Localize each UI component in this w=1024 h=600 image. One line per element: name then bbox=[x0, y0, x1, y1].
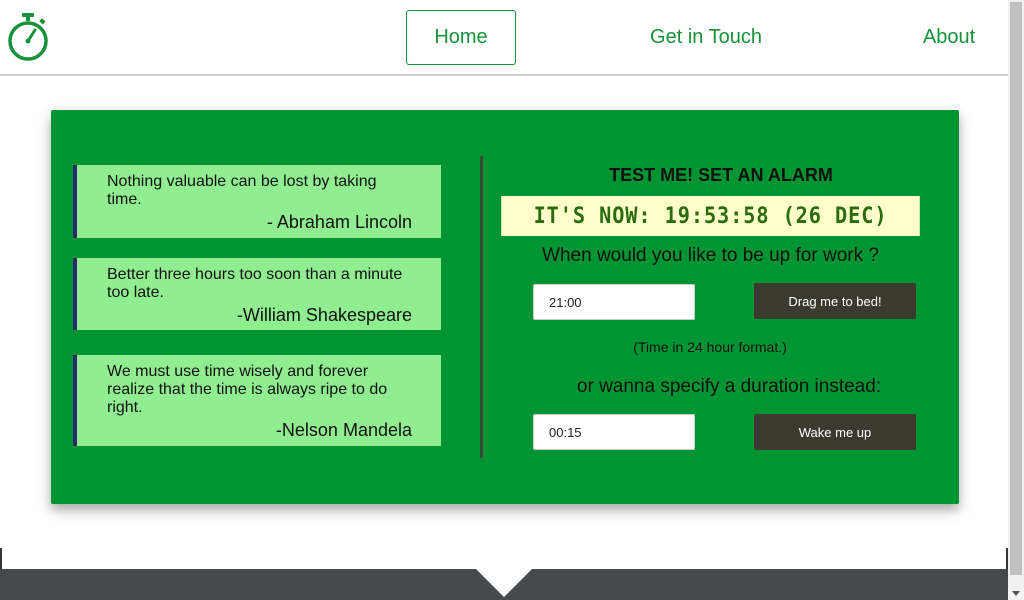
scroll-down-arrow-icon[interactable] bbox=[1012, 591, 1020, 596]
drag-me-to-bed-button[interactable]: Drag me to bed! bbox=[754, 283, 916, 319]
scrollbar[interactable] bbox=[1008, 0, 1024, 600]
nav-about[interactable]: About bbox=[912, 10, 986, 65]
quote-text: We must use time wisely and forever real… bbox=[107, 363, 388, 416]
quote-text: Nothing valuable can be lost by taking t… bbox=[107, 173, 377, 208]
quote-card: Better three hours too soon than a minut… bbox=[73, 258, 441, 330]
duration-input[interactable]: 00:15 bbox=[533, 414, 695, 450]
wake-time-input[interactable]: 21:00 bbox=[533, 284, 695, 320]
nav-get-in-touch[interactable]: Get in Touch bbox=[640, 10, 772, 65]
quote-card: Nothing valuable can be lost by taking t… bbox=[73, 165, 441, 238]
nav-home[interactable]: Home bbox=[406, 10, 516, 65]
quote-card: We must use time wisely and forever real… bbox=[73, 355, 441, 446]
quote-text: Better three hours too soon than a minut… bbox=[107, 266, 403, 301]
header: Home Get in Touch About bbox=[0, 0, 1008, 76]
wake-me-up-button[interactable]: Wake me up bbox=[754, 414, 916, 450]
current-time-display: IT'S NOW: 19:53:58 (26 DEC) bbox=[501, 196, 920, 236]
stopwatch-icon[interactable] bbox=[6, 12, 50, 62]
quote-author: -Nelson Mandela bbox=[275, 420, 412, 440]
alarm-card: Nothing valuable can be lost by taking t… bbox=[51, 110, 959, 504]
quote-author: -William Shakespeare bbox=[236, 305, 412, 325]
divider bbox=[480, 156, 483, 458]
alarm-title: TEST ME! SET AN ALARM bbox=[609, 165, 833, 185]
duration-prompt: or wanna specify a duration instead: bbox=[576, 376, 882, 397]
footer-notch bbox=[476, 569, 532, 597]
quote-author: - Abraham Lincoln bbox=[266, 212, 412, 232]
wake-time-question: When would you like to be up for work ? bbox=[542, 245, 879, 266]
scrollbar-thumb[interactable] bbox=[1010, 2, 1022, 575]
time-format-hint: (Time in 24 hour format.) bbox=[633, 339, 787, 355]
